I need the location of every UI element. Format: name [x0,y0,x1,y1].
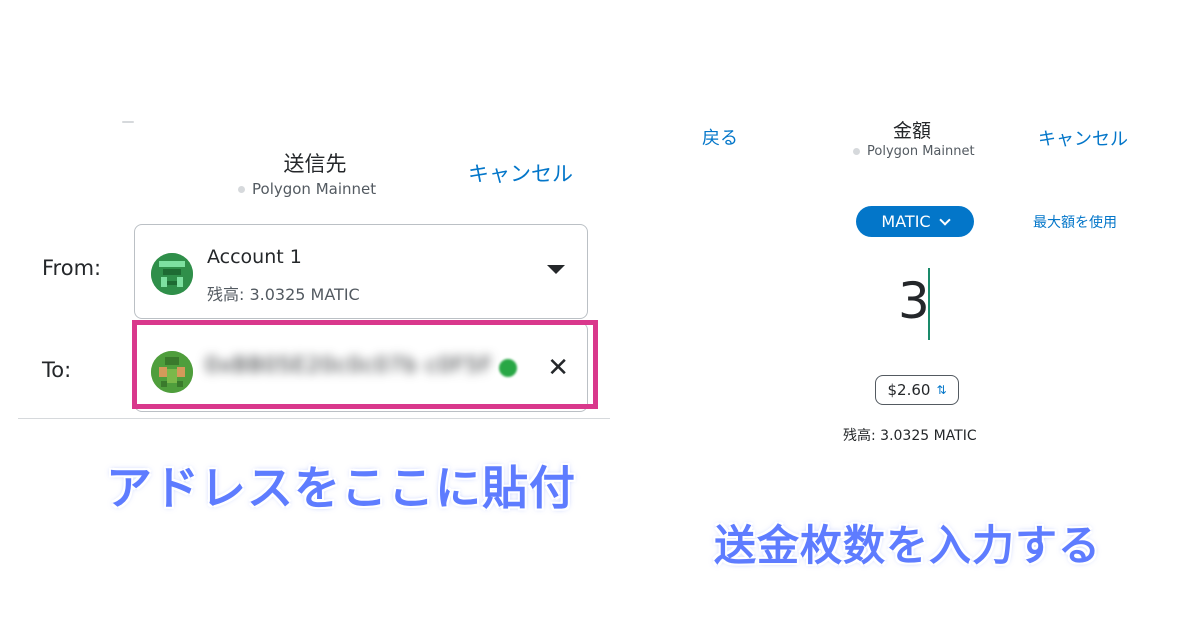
send-recipient-panel: 送信先 Polygon Mainnet キャンセル From: Account … [0,0,620,630]
network-dot-icon [238,185,245,193]
network-indicator: Polygon Mainnet [238,180,376,198]
paste-address-caption: アドレスをここに貼付 [106,461,576,515]
network-name: Polygon Mainnet [252,180,377,198]
amount-input[interactable]: 3 [898,272,930,330]
token-selector-button[interactable]: MATIC [856,206,974,237]
network-dot-icon [853,148,860,155]
account-selector[interactable]: Account 1 残高: 3.0325 MATIC [134,224,588,319]
to-label: To: [42,358,72,382]
swap-icon: ⇅ [936,383,947,397]
account-balance: 残高: 3.0325 MATIC [207,285,360,304]
balance-text: 残高: 3.0325 MATIC [843,428,977,444]
cancel-button[interactable]: キャンセル [1038,125,1128,151]
send-amount-panel: 戻る 金額 Polygon Mainnet キャンセル MATIC 最大額を使用… [640,0,1200,630]
network-indicator: Polygon Mainnet [853,144,975,159]
enter-amount-caption: 送金枚数を入力する [714,521,1102,570]
use-max-button[interactable]: 最大額を使用 [1033,212,1117,232]
account-name: Account 1 [207,246,302,268]
chevron-down-icon [938,213,951,226]
text-cursor [928,268,930,340]
from-label: From: [42,256,102,280]
recipient-highlight-frame [132,320,598,409]
fiat-value: $2.60 [887,381,931,399]
cancel-button[interactable]: キャンセル [468,158,573,188]
fiat-toggle-button[interactable]: $2.60 ⇅ [875,375,959,405]
top-dash [122,121,134,123]
account-avatar [151,253,193,295]
divider [18,418,610,419]
network-name: Polygon Mainnet [867,144,975,159]
caret-down-icon[interactable] [547,265,565,274]
token-symbol: MATIC [881,212,931,231]
